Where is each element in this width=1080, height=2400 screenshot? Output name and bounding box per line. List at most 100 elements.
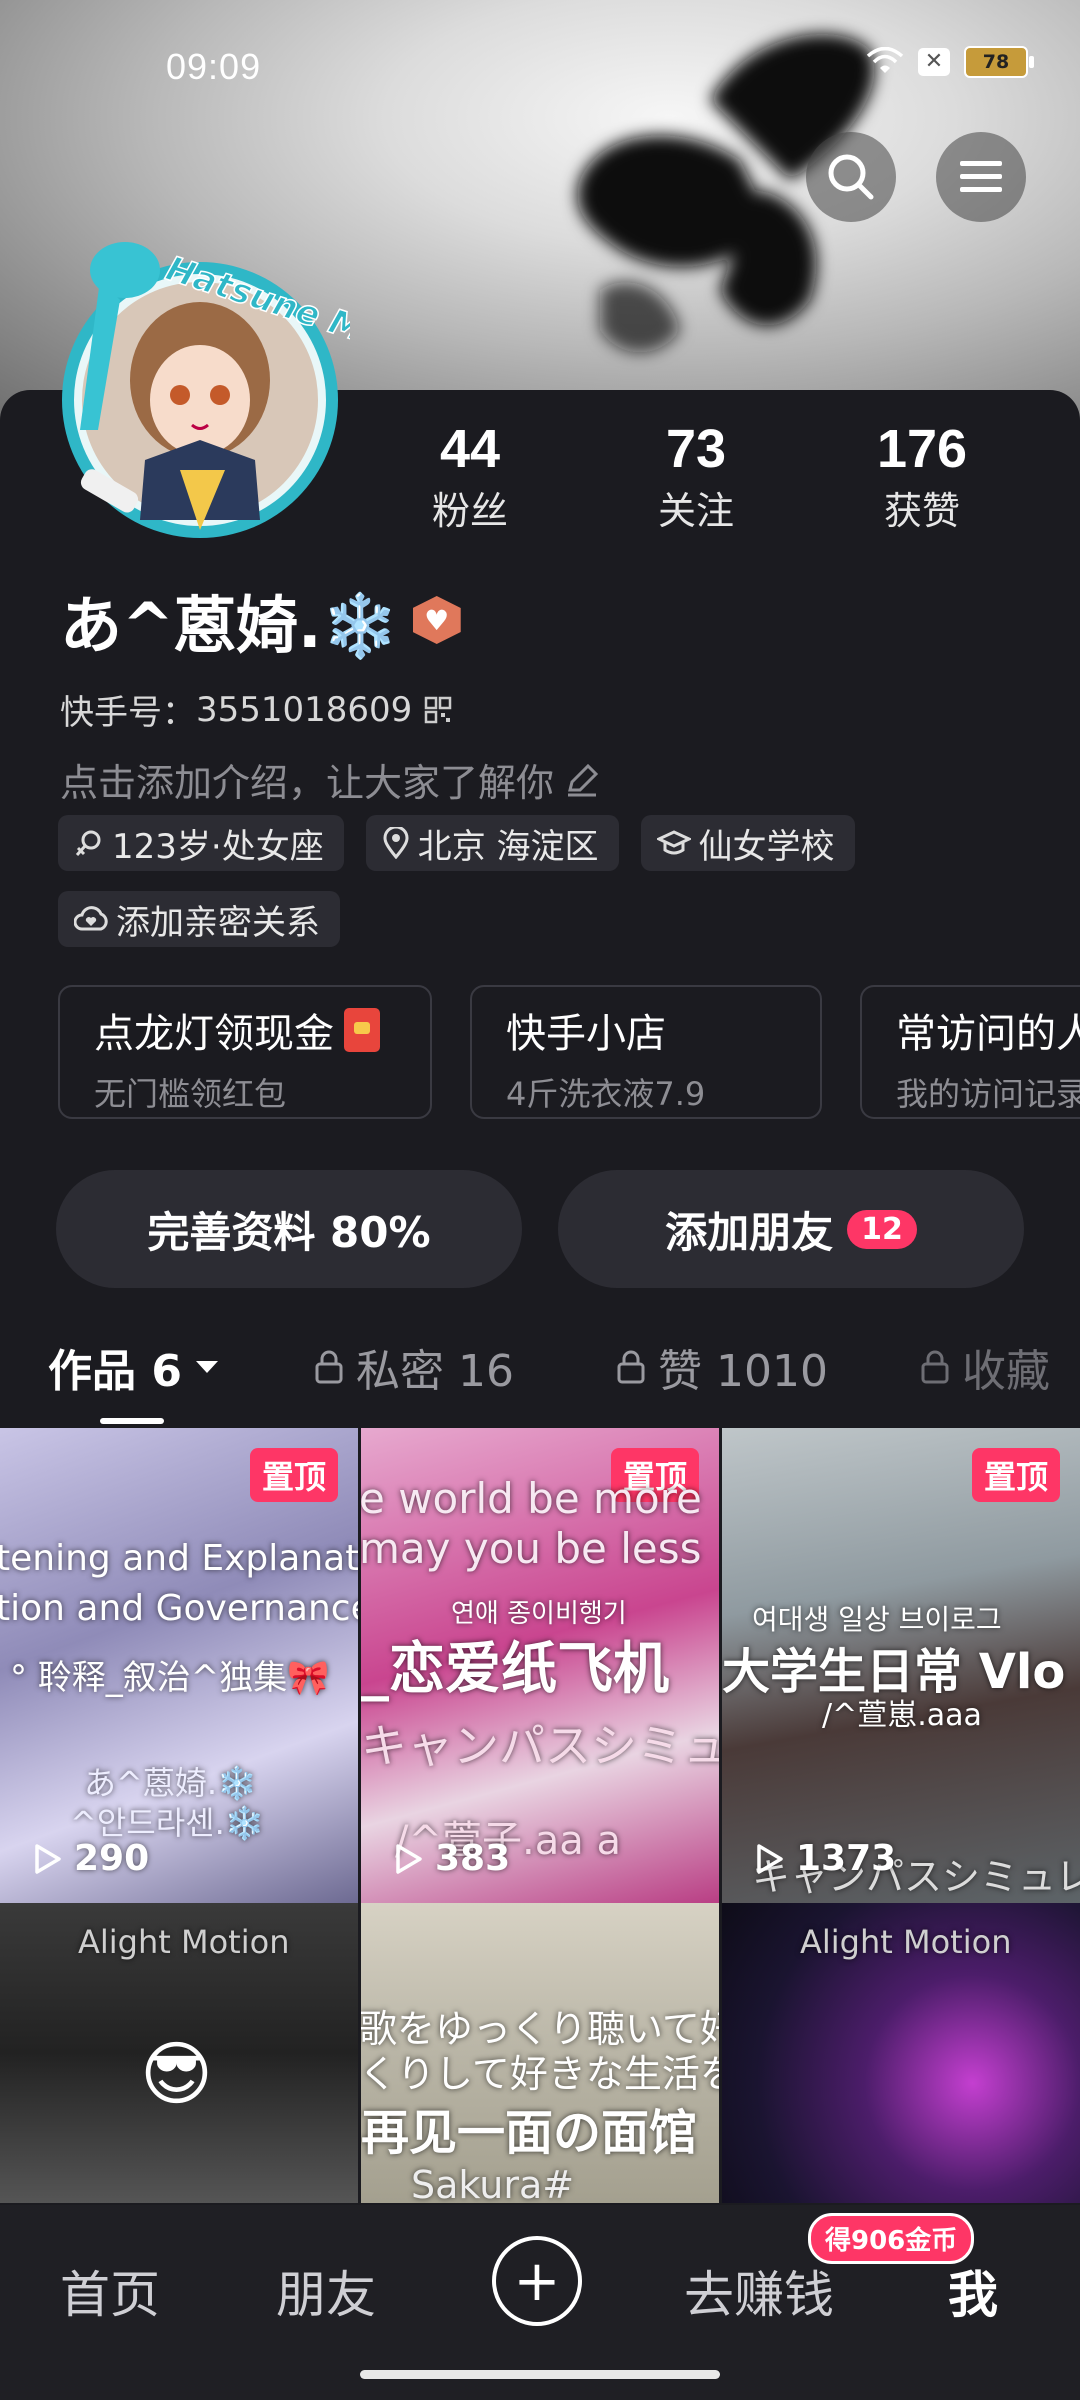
stat-number: 176 — [876, 419, 968, 479]
video-overlay-text: tening and Explanat — [0, 1538, 358, 1579]
add-friends-count-badge: 12 — [847, 1209, 917, 1249]
location-pin-icon — [383, 827, 409, 859]
video-thumbnail[interactable]: 置顶 tening and Explanat tion and Governan… — [0, 1428, 358, 1903]
home-indicator[interactable] — [360, 2370, 720, 2379]
sim-off-icon: ✕ — [918, 48, 950, 76]
video-thumbnail[interactable]: 置顶 여대생 일상 브이로그 大学生日常 Vlo /^萱崽.aaa キャンパスシ… — [722, 1428, 1080, 1903]
play-count: 290 — [30, 1838, 149, 1879]
caret-down-icon — [195, 1361, 218, 1373]
red-envelope-icon — [344, 1008, 380, 1052]
battery-icon: 78 — [964, 46, 1034, 78]
play-icon — [396, 1843, 422, 1874]
play-count: 383 — [391, 1838, 510, 1879]
video-overlay-text: e world be more — [361, 1474, 702, 1523]
video-thumbnail[interactable]: Alight Motion — [722, 1903, 1080, 2203]
add-friends-button[interactable]: 添加朋友 12 — [558, 1170, 1024, 1288]
complete-profile-label: 完善资料 80% — [147, 1207, 431, 1257]
kuaishou-id-label: 快手号： — [60, 693, 196, 733]
intro-row[interactable]: 点击添加介绍，让大家了解你 — [60, 752, 600, 807]
nav-earn[interactable]: 去赚钱 — [684, 2255, 834, 2327]
tag-location[interactable]: 北京 海淀区 — [365, 815, 619, 871]
stat-label: 粉丝 — [431, 489, 508, 533]
cloud-heart-icon — [74, 906, 108, 931]
play-icon — [35, 1843, 61, 1874]
video-overlay-text: tion and Governance — [0, 1588, 358, 1629]
play-count-value: 383 — [435, 1838, 511, 1879]
profile-name[interactable]: あ^蒽婍.❄️ — [60, 575, 399, 665]
search-icon — [828, 154, 874, 200]
content-tabs: 作品 6 私密 16 赞 1010 收藏 — [0, 1335, 1080, 1425]
video-overlay-text: Sakura# — [411, 2163, 575, 2203]
video-overlay-text: Alight Motion — [78, 1923, 290, 1961]
pinned-badge: 置顶 — [249, 1448, 338, 1502]
play-count: 1373 — [752, 1838, 896, 1879]
tag-label: 北京 海淀区 — [417, 826, 599, 867]
stat-following[interactable]: 73 关注 — [596, 418, 796, 535]
card-lantern-cash[interactable]: 点龙灯领现金 无门槛领红包 — [58, 985, 432, 1119]
qrcode-icon[interactable] — [424, 696, 452, 724]
graduation-cap-icon — [656, 830, 691, 855]
search-button[interactable] — [806, 132, 896, 222]
profile-tags: 123岁·处女座 北京 海淀区 仙女学校 添加亲密关系 — [58, 815, 1058, 947]
stat-label: 关注 — [657, 489, 734, 533]
play-count-value: 290 — [74, 1838, 150, 1879]
stat-label: 获赞 — [883, 489, 960, 533]
lock-icon — [617, 1350, 645, 1384]
card-title: 常访问的人 — [896, 1011, 1080, 1057]
card-subtitle: 我的访问记录 — [896, 1075, 1080, 1113]
video-overlay-text: 再见一面の面馆 — [361, 2105, 698, 2161]
nav-friends[interactable]: 朋友 — [276, 2255, 376, 2327]
stat-number: 44 — [439, 419, 501, 479]
sunglasses-emoji-icon: 😎 — [140, 2033, 213, 2115]
tab-works[interactable]: 作品 6 — [48, 1335, 220, 1399]
tab-label: 收藏 — [962, 1346, 1050, 1397]
stat-likes[interactable]: 176 获赞 — [822, 418, 1022, 535]
active-tab-indicator — [100, 1418, 164, 1424]
plus-icon: + — [513, 2248, 561, 2314]
lock-icon — [921, 1350, 949, 1384]
tab-favorites[interactable]: 收藏 — [920, 1335, 1050, 1399]
profile-name-row: あ^蒽婍.❄️ ♥ — [60, 575, 461, 665]
video-thumbnail[interactable]: 歌をゆっくり聴いて好 くりして好きな生活を 再见一面の面馆 Sakura# — [361, 1903, 719, 2203]
tab-label: 私密 16 — [356, 1346, 514, 1397]
tag-age[interactable]: 123岁·处女座 — [58, 815, 344, 871]
video-overlay-text: キャンパスシミュ — [361, 1719, 719, 1773]
wifi-icon — [866, 47, 904, 73]
tag-label: 仙女学校 — [698, 826, 835, 867]
tag-add-relation[interactable]: 添加亲密关系 — [58, 891, 340, 947]
feature-cards: 点龙灯领现金 无门槛领红包 快手小店 4斤洗衣液7.9 常访问的人 我的访问记录 — [58, 985, 1080, 1119]
video-overlay-text: くりして好きな生活を — [361, 2052, 719, 2096]
nav-me[interactable]: 我 — [948, 2255, 998, 2327]
kuaishou-id-row[interactable]: 快手号： 3551018609 — [60, 685, 452, 734]
status-time: 09:09 — [166, 46, 262, 87]
video-overlay-text: may you be less — [361, 1524, 702, 1573]
play-icon — [757, 1843, 783, 1874]
heart-badge-icon[interactable]: ♥ — [412, 596, 461, 644]
card-title: 点龙灯领现金 — [94, 1011, 334, 1057]
video-overlay-text: Alight Motion — [800, 1923, 1012, 1961]
intro-placeholder: 点击添加介绍，让大家了解你 — [60, 761, 555, 805]
card-subtitle: 4斤洗衣液7.9 — [506, 1075, 706, 1113]
card-subtitle: 无门槛领红包 — [94, 1075, 287, 1113]
nav-home[interactable]: 首页 — [60, 2255, 160, 2327]
video-thumbnail[interactable]: Alight Motion 😎 — [0, 1903, 358, 2203]
add-friends-label: 添加朋友 — [665, 1207, 834, 1257]
tab-likes[interactable]: 赞 1010 — [616, 1335, 828, 1399]
create-post-button[interactable]: + — [492, 2236, 582, 2326]
menu-icon — [960, 161, 1002, 192]
tab-private[interactable]: 私密 16 — [314, 1335, 514, 1399]
status-bar: 09:09 ✕ 78 — [0, 0, 1080, 140]
complete-profile-button[interactable]: 完善资料 80% — [56, 1170, 522, 1288]
tag-label: 123岁·处女座 — [112, 826, 324, 867]
card-frequent-visitors[interactable]: 常访问的人 我的访问记录 — [860, 985, 1080, 1119]
tag-label: 添加亲密关系 — [116, 902, 320, 943]
card-kuaishou-shop[interactable]: 快手小店 4斤洗衣液7.9 — [470, 985, 822, 1119]
card-title: 快手小店 — [506, 1011, 666, 1057]
video-overlay-text: _恋爱纸飞机 — [361, 1637, 669, 1702]
menu-button[interactable] — [936, 132, 1026, 222]
stat-followers[interactable]: 44 粉丝 — [370, 418, 570, 535]
tag-school[interactable]: 仙女学校 — [640, 815, 855, 871]
avatar[interactable]: Hatsune Miku — [50, 230, 350, 550]
video-overlay-text: /^萱崽.aaa — [822, 1698, 982, 1733]
video-thumbnail[interactable]: 置顶 e world be more may you be less 연애 종이… — [361, 1428, 719, 1903]
